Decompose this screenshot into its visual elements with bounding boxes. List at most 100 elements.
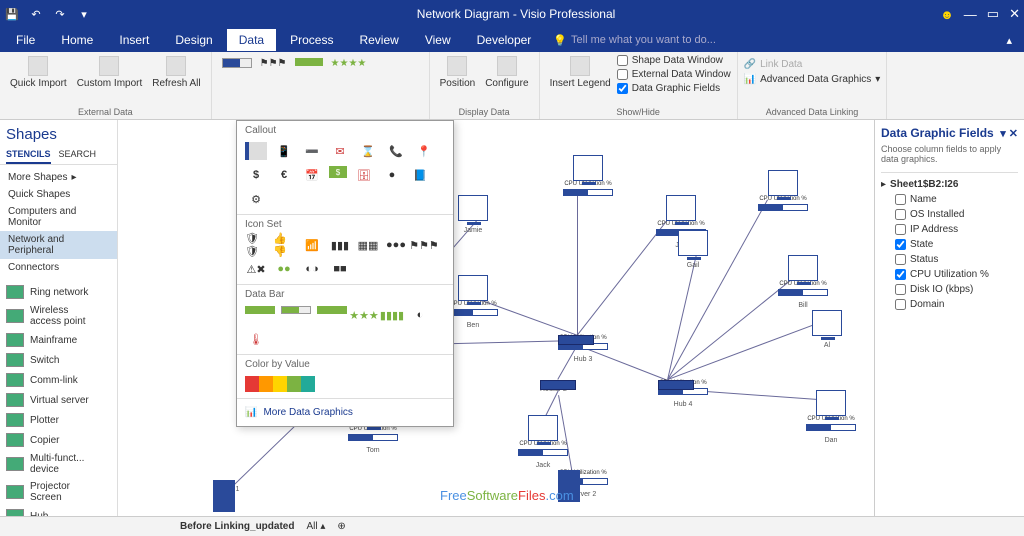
canvas-area[interactable]: Callout 📱 ➖ ✉ ⌛ 📞 📍 $ € 📅 $ 🗄 ● 📘 xyxy=(118,120,874,516)
hub-node[interactable]: CPU Utilization %Hub 4 xyxy=(658,380,708,408)
network-node[interactable]: Jamie xyxy=(458,195,488,234)
field-row[interactable]: IP Address xyxy=(881,222,1018,237)
gallery-item[interactable]: ◐◑ xyxy=(301,260,323,278)
stencil-item[interactable]: ProjectorScreen xyxy=(0,478,117,506)
sheet-tab[interactable]: Before Linking_updated xyxy=(180,521,294,532)
field-row[interactable]: OS Installed xyxy=(881,207,1018,222)
tab-insert[interactable]: Insert xyxy=(107,29,161,51)
configure-button[interactable]: Configure xyxy=(481,54,532,91)
network-node[interactable]: CPU Utilization %Ben xyxy=(448,275,498,329)
gallery-item[interactable] xyxy=(245,376,315,392)
gallery-item[interactable]: 📍 xyxy=(413,142,435,160)
gallery-item[interactable]: ⚙ xyxy=(245,190,267,208)
tab-view[interactable]: View xyxy=(413,29,463,51)
gallery-item[interactable]: ▮▮▮ xyxy=(329,236,351,254)
link-data-button[interactable]: 🔗 Link Data xyxy=(744,58,881,71)
hub-node[interactable]: CPU Utilization %Hub 3 xyxy=(558,335,608,363)
gallery-item[interactable]: ★★★ xyxy=(353,306,375,324)
more-shapes[interactable]: More Shapes ▸ xyxy=(0,169,117,186)
field-row[interactable]: Disk IO (kbps) xyxy=(881,282,1018,297)
advanced-data-graphics-button[interactable]: 📊 Advanced Data Graphics ▾ xyxy=(744,73,881,86)
search-tab[interactable]: SEARCH xyxy=(59,149,97,164)
field-row[interactable]: State xyxy=(881,237,1018,252)
ribbon-collapse-icon[interactable]: ▴ xyxy=(1006,34,1012,47)
gallery-item[interactable]: ✉ xyxy=(329,142,351,160)
panel-dropdown-icon[interactable]: ▾ xyxy=(1000,128,1006,140)
gallery-item[interactable]: 🌡 xyxy=(245,330,267,348)
smiley-icon[interactable]: ☻ xyxy=(940,7,954,22)
server-node[interactable]: Server 1 xyxy=(213,480,239,493)
stencil-item[interactable]: Virtual server xyxy=(0,390,117,410)
all-filter[interactable]: All ▴ xyxy=(306,521,325,532)
gallery-item[interactable]: 👍👎 xyxy=(273,236,295,254)
stencil-item[interactable]: Copier xyxy=(0,430,117,450)
gallery-item[interactable]: $ xyxy=(245,166,267,184)
gallery-item[interactable] xyxy=(317,306,347,314)
gallery-item[interactable]: ➖ xyxy=(301,142,323,160)
network-peripherals[interactable]: Network and Peripheral xyxy=(0,231,117,259)
network-node[interactable]: Gail xyxy=(678,230,708,269)
gallery-item[interactable]: 📞 xyxy=(385,142,407,160)
stencil-item[interactable]: Comm-link xyxy=(0,370,117,390)
gallery-item[interactable]: 🗄 xyxy=(353,166,375,184)
gallery-item[interactable]: ●●● xyxy=(385,236,407,254)
gallery-item[interactable]: 📘 xyxy=(409,166,431,184)
data-graphic-item[interactable] xyxy=(222,58,252,68)
quick-import-button[interactable]: Quick Import xyxy=(6,54,71,91)
stencil-item[interactable]: Switch xyxy=(0,350,117,370)
network-node[interactable]: Al xyxy=(812,310,842,349)
refresh-all-button[interactable]: Refresh All xyxy=(148,54,204,91)
data-graphic-fields-check[interactable]: Data Graphic Fields xyxy=(617,82,731,95)
connectors[interactable]: Connectors xyxy=(0,259,117,276)
field-row[interactable]: Domain xyxy=(881,297,1018,312)
stencil-item[interactable]: Multi-funct...device xyxy=(0,450,117,478)
gallery-item[interactable]: $ xyxy=(329,166,347,178)
tab-process[interactable]: Process xyxy=(278,29,345,51)
close-icon[interactable]: ✕ xyxy=(1009,6,1020,22)
stencil-item[interactable]: Plotter xyxy=(0,410,117,430)
network-node[interactable]: CPU Utilization % xyxy=(758,170,808,217)
network-node[interactable]: CPU Utilization %Bill xyxy=(778,255,828,309)
computers-monitors[interactable]: Computers and Monitor xyxy=(0,203,117,231)
custom-import-button[interactable]: Custom Import xyxy=(73,54,147,91)
position-button[interactable]: Position xyxy=(436,54,480,91)
gallery-item[interactable]: 📱 xyxy=(273,142,295,160)
quick-shapes[interactable]: Quick Shapes xyxy=(0,186,117,203)
tab-data[interactable]: Data xyxy=(227,29,276,51)
gallery-item[interactable]: ⌛ xyxy=(357,142,379,160)
stencil-item[interactable]: Hub xyxy=(0,506,117,516)
gallery-item[interactable]: 🛡🛡 xyxy=(245,236,267,254)
gallery-item[interactable]: ⚠✖ xyxy=(245,260,267,278)
tab-home[interactable]: Home xyxy=(49,29,105,51)
tab-developer[interactable]: Developer xyxy=(465,29,544,51)
stencils-tab[interactable]: STENCILS xyxy=(6,149,51,164)
network-node[interactable]: CPU Utilization %Jack xyxy=(518,415,568,469)
hub-node[interactable]: Router 2 xyxy=(540,380,567,393)
gallery-item[interactable] xyxy=(245,142,267,160)
network-node[interactable]: CPU Utilization %Dan xyxy=(806,390,856,444)
gallery-item[interactable]: 📶 xyxy=(301,236,323,254)
gallery-item[interactable]: ▦▦ xyxy=(357,236,379,254)
panel-close-icon[interactable]: ✕ xyxy=(1009,128,1018,140)
more-data-graphics[interactable]: 📊 More Data Graphics xyxy=(237,399,453,426)
stencil-item[interactable]: Wirelessaccess point xyxy=(0,302,117,330)
gallery-item[interactable]: ● xyxy=(381,166,403,184)
gallery-item[interactable] xyxy=(245,306,275,314)
network-node[interactable]: CPU Utilization % xyxy=(563,155,613,202)
maximize-icon[interactable]: ▭ xyxy=(987,6,999,22)
gallery-item[interactable]: 📅 xyxy=(301,166,323,184)
undo-icon[interactable]: ↶ xyxy=(28,6,44,22)
insert-legend-button[interactable]: Insert Legend xyxy=(546,54,615,91)
stencil-item[interactable]: Ring network xyxy=(0,282,117,302)
sheet-row[interactable]: ▸ Sheet1$B2:I26 xyxy=(881,177,1018,192)
tab-review[interactable]: Review xyxy=(347,29,410,51)
stencil-item[interactable]: Mainframe xyxy=(0,330,117,350)
tab-file[interactable]: File xyxy=(4,29,47,51)
qat-more-icon[interactable]: ▾ xyxy=(76,6,92,22)
gallery-item[interactable]: ◐ xyxy=(409,306,431,324)
tab-design[interactable]: Design xyxy=(163,29,224,51)
redo-icon[interactable]: ↷ xyxy=(52,6,68,22)
gallery-item[interactable]: € xyxy=(273,166,295,184)
field-row[interactable]: Status xyxy=(881,252,1018,267)
gallery-item[interactable]: ●● xyxy=(273,260,295,278)
